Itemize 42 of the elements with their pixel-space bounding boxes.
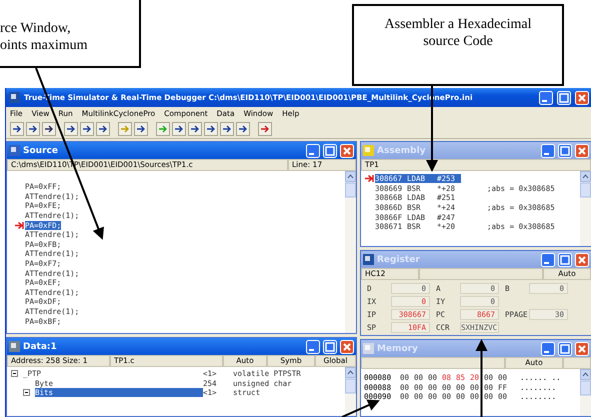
maximize-button[interactable] bbox=[323, 144, 337, 158]
close-button[interactable] bbox=[575, 252, 589, 266]
minimize-button[interactable] bbox=[541, 252, 555, 266]
collapse-icon[interactable] bbox=[23, 389, 30, 396]
collapse-icon[interactable] bbox=[11, 370, 18, 378]
panel-title: Assembly bbox=[377, 146, 427, 156]
callout-box: rce Window, oints maximum bbox=[0, 0, 141, 68]
maximize-button[interactable] bbox=[558, 144, 572, 158]
maximize-button[interactable] bbox=[557, 90, 571, 104]
minimize-button[interactable] bbox=[541, 144, 555, 158]
scrollbar[interactable] bbox=[345, 171, 356, 333]
header-bar bbox=[563, 357, 591, 369]
breakpoint-arrow-icon bbox=[15, 222, 24, 229]
panel-title: Data:1 bbox=[23, 342, 58, 352]
panel-title: Source bbox=[23, 146, 59, 156]
scrollbar[interactable] bbox=[345, 367, 356, 416]
close-button[interactable] bbox=[575, 144, 589, 158]
scrollbar[interactable] bbox=[580, 369, 591, 416]
close-button[interactable] bbox=[575, 342, 589, 356]
minimize-button[interactable] bbox=[541, 342, 555, 356]
panel-icon bbox=[9, 341, 20, 352]
close-button[interactable] bbox=[340, 144, 354, 158]
close-button[interactable] bbox=[575, 90, 589, 104]
minimize-button[interactable] bbox=[539, 90, 553, 104]
panel-title: Register bbox=[377, 254, 421, 264]
scrollbar[interactable] bbox=[580, 171, 591, 246]
maximize-button[interactable] bbox=[323, 340, 337, 354]
minimize-button[interactable] bbox=[306, 340, 320, 354]
panel-icon bbox=[363, 254, 374, 265]
panel-title: Memory bbox=[377, 344, 419, 354]
panel-icon bbox=[363, 145, 374, 156]
breakpoint-arrow-icon bbox=[365, 175, 374, 182]
maximize-button[interactable] bbox=[558, 342, 572, 356]
start-arrow-icon[interactable] bbox=[156, 122, 170, 136]
panel-icon bbox=[363, 343, 374, 354]
maximize-button[interactable] bbox=[558, 252, 572, 266]
minimize-button[interactable] bbox=[306, 144, 320, 158]
panel-icon bbox=[9, 92, 20, 103]
panel-icon bbox=[9, 145, 20, 156]
close-button[interactable] bbox=[340, 340, 354, 354]
callout-box: Assembler a Hexadecimal source Code bbox=[352, 4, 564, 86]
callout-arrow bbox=[342, 400, 380, 417]
